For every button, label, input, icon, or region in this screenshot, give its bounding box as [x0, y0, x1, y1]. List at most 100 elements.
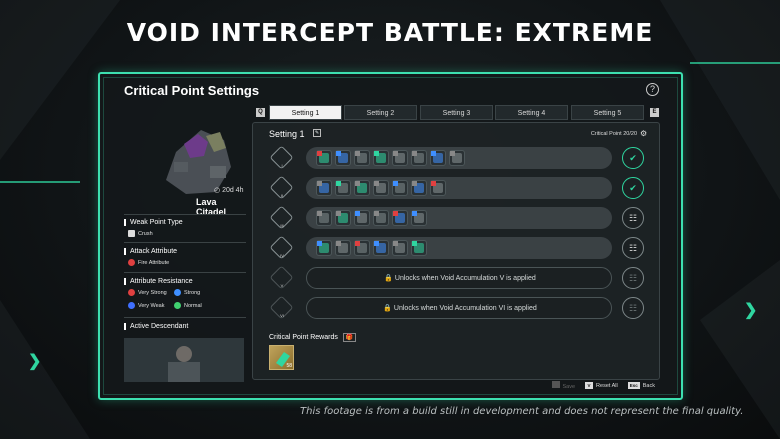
- slot-attribute-badge: [374, 211, 379, 216]
- slot-attribute-badge: [393, 181, 398, 186]
- divider: [124, 272, 246, 273]
- left-arrow-icon[interactable]: ❯: [28, 351, 41, 371]
- critical-point-slot[interactable]: [411, 240, 427, 256]
- critical-point-slot[interactable]: [373, 210, 389, 226]
- slot-attribute-badge: [393, 151, 398, 156]
- slot-attribute-badge: [374, 151, 379, 156]
- resistance-item: Very Weak: [128, 302, 165, 309]
- row-level-number: IV: [280, 253, 284, 258]
- save-button[interactable]: Save: [551, 381, 575, 390]
- tab-setting-5[interactable]: Setting 5: [571, 105, 644, 120]
- attack-attribute-label: Fire Attribute: [138, 259, 170, 266]
- critical-point-slot[interactable]: [335, 210, 351, 226]
- back-button[interactable]: Esc Back: [627, 382, 655, 389]
- tab-prev-key[interactable]: Q: [256, 108, 265, 117]
- slot-attribute-badge: [412, 151, 417, 156]
- critical-point-counter: Critical Point 20/20: [591, 131, 637, 137]
- chill-icon: [174, 289, 181, 296]
- reset-all-button[interactable]: V Reset All: [585, 382, 618, 389]
- reward-gift-icon[interactable]: ☷: [622, 207, 644, 229]
- critical-point-slot[interactable]: [411, 150, 427, 166]
- tab-setting-4[interactable]: Setting 4: [495, 105, 568, 120]
- fire-icon: [128, 289, 135, 296]
- critical-point-row[interactable]: [306, 207, 612, 229]
- critical-point-slot[interactable]: [411, 180, 427, 196]
- slot-attribute-badge: [393, 211, 398, 216]
- divider: [124, 242, 246, 243]
- critical-point-slot[interactable]: [354, 210, 370, 226]
- critical-point-slot[interactable]: [354, 240, 370, 256]
- gift-icon[interactable]: 🎁: [342, 333, 357, 342]
- critical-point-slot[interactable]: [316, 150, 332, 166]
- critical-point-slot[interactable]: [373, 180, 389, 196]
- slot-attribute-badge: [336, 181, 341, 186]
- weak-point-label: Crush: [138, 230, 153, 237]
- critical-point-slot[interactable]: [449, 150, 465, 166]
- tab-setting-2[interactable]: Setting 2: [344, 105, 417, 120]
- tab-next-key[interactable]: E: [650, 108, 659, 117]
- critical-point-slot[interactable]: [373, 240, 389, 256]
- critical-point-slot[interactable]: [392, 180, 408, 196]
- divider: [124, 317, 246, 318]
- slot-attribute-badge: [336, 151, 341, 156]
- right-arrow-icon[interactable]: ❯: [744, 300, 757, 320]
- reward-quantity: 58: [286, 363, 292, 369]
- critical-point-row[interactable]: [306, 177, 612, 199]
- electric-icon: [128, 302, 135, 309]
- toxic-icon: [174, 302, 181, 309]
- help-button[interactable]: ?: [646, 83, 659, 96]
- critical-point-slot[interactable]: [430, 150, 446, 166]
- slot-attribute-badge: [374, 241, 379, 246]
- rewards-label: Critical Point Rewards: [269, 334, 338, 341]
- resistance-item: Very Strong: [128, 289, 167, 296]
- critical-point-slot[interactable]: [354, 180, 370, 196]
- resistance-label: Very Strong: [138, 289, 167, 296]
- tab-setting-3[interactable]: Setting 3: [420, 105, 493, 120]
- resistance-label: Normal: [184, 302, 202, 309]
- critical-point-slot[interactable]: [316, 240, 332, 256]
- critical-point-slot[interactable]: [335, 180, 351, 196]
- attack-attribute-heading: Attack Attribute: [124, 248, 177, 255]
- critical-point-icon[interactable]: ⚙: [640, 129, 649, 138]
- slot-attribute-badge: [412, 241, 417, 246]
- back-key: Esc: [627, 382, 640, 389]
- critical-point-slot[interactable]: [430, 180, 446, 196]
- tab-setting-1[interactable]: Setting 1: [269, 105, 342, 120]
- slot-attribute-badge: [317, 151, 322, 156]
- critical-point-slot[interactable]: [392, 240, 408, 256]
- slot-attribute-badge: [317, 241, 322, 246]
- critical-point-slot[interactable]: [392, 150, 408, 166]
- descendant-card[interactable]: [124, 338, 244, 382]
- slot-attribute-badge: [374, 181, 379, 186]
- reward-gift-icon[interactable]: ☷: [622, 237, 644, 259]
- critical-point-slot[interactable]: [335, 150, 351, 166]
- reward-item[interactable]: 58: [269, 345, 294, 370]
- critical-point-row: 🔒 Unlocks when Void Accumulation VI is a…: [306, 297, 612, 319]
- slot-attribute-badge: [355, 151, 360, 156]
- slot-attribute-badge: [317, 211, 322, 216]
- slot-attribute-badge: [355, 181, 360, 186]
- boss-timer: ◴ 20d 4h: [214, 187, 244, 194]
- critical-point-slot[interactable]: [373, 150, 389, 166]
- resistance-item: Normal: [174, 302, 202, 309]
- edit-icon[interactable]: ✎: [313, 129, 321, 137]
- critical-point-slot[interactable]: [316, 210, 332, 226]
- row-level-number: II: [280, 193, 284, 198]
- locked-gift-icon: ☷: [622, 267, 644, 289]
- slot-attribute-badge: [355, 241, 360, 246]
- critical-point-label: Critical Point: [590, 131, 622, 137]
- critical-point-row[interactable]: [306, 147, 612, 169]
- lock-text: 🔒 Unlocks when Void Accumulation V is ap…: [384, 275, 536, 282]
- critical-point-slot[interactable]: [335, 240, 351, 256]
- setting-content: Setting 1 ✎ Critical Point 20/20 ⚙ I ✔ II ✔…: [252, 122, 660, 380]
- critical-point-slot[interactable]: [392, 210, 408, 226]
- critical-point-row: 🔒 Unlocks when Void Accumulation V is ap…: [306, 267, 612, 289]
- slot-attribute-badge: [355, 211, 360, 216]
- critical-point-slot[interactable]: [354, 150, 370, 166]
- critical-point-row[interactable]: [306, 237, 612, 259]
- boss-timer-value: 20d 4h: [222, 187, 244, 194]
- critical-point-slot[interactable]: [316, 180, 332, 196]
- row-level-number: III: [280, 223, 284, 228]
- weak-point-value: Crush: [128, 230, 153, 237]
- critical-point-slot[interactable]: [411, 210, 427, 226]
